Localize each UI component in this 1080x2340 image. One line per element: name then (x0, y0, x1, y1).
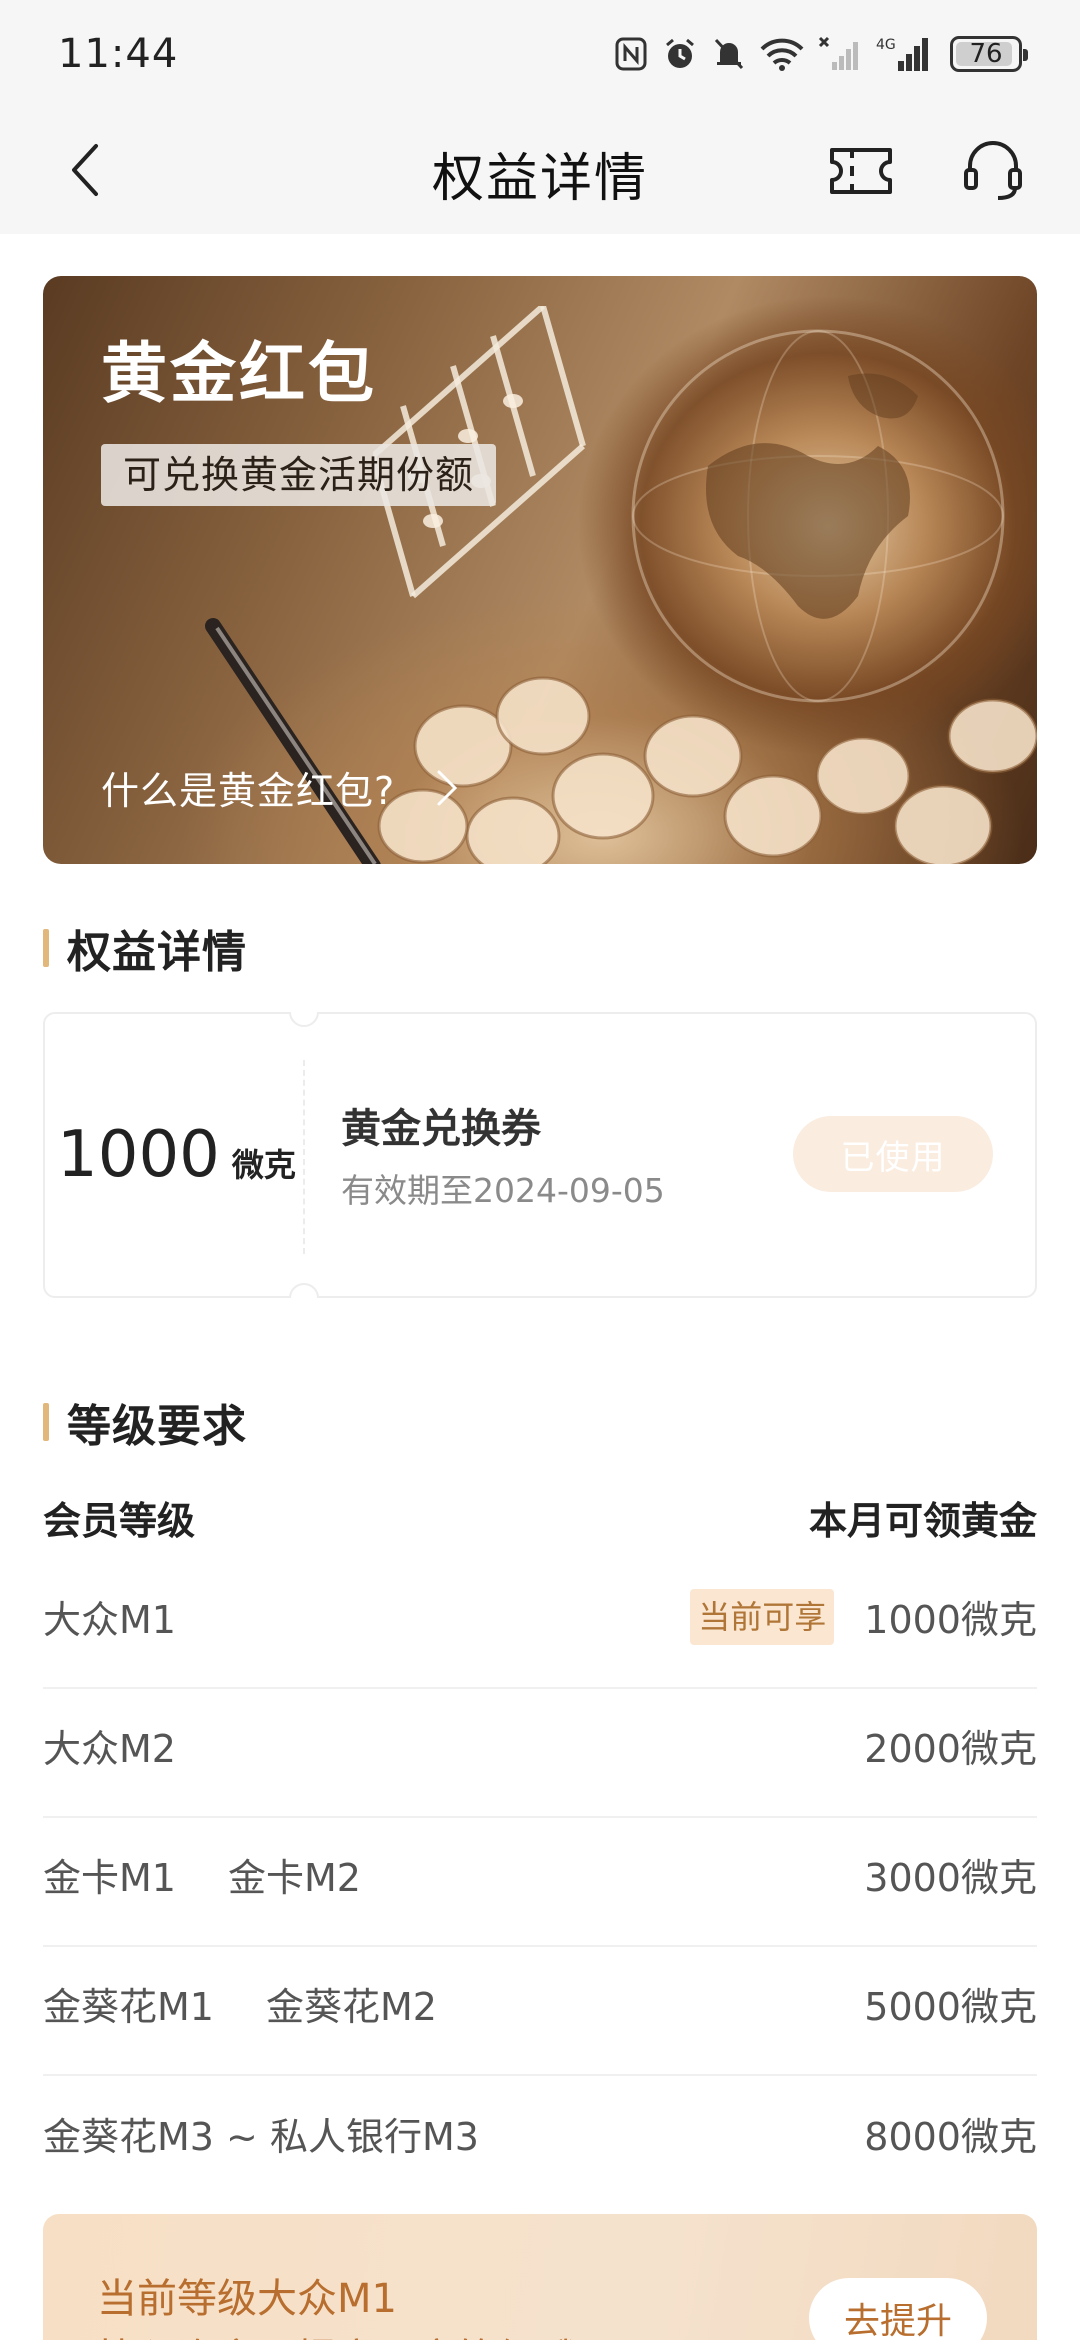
coupon-notch (289, 1012, 319, 1027)
status-time: 11:44 (58, 31, 179, 77)
level-name: 大众M1 (43, 1598, 176, 1642)
banner-title: 黄金红包 (101, 335, 377, 412)
what-is-gold-redpacket-link[interactable]: 什么是黄金红包? (101, 760, 459, 815)
alarm-icon (666, 38, 694, 68)
level-names: 大众M1 (43, 1589, 176, 1644)
status-bar: 11:44 4G 76 (0, 0, 1080, 108)
wifi-icon (760, 38, 804, 71)
battery-level: 76 (969, 39, 1003, 69)
ticket-icon[interactable] (828, 144, 894, 198)
level-right: 5000微克 (864, 1976, 1037, 2031)
coupon-validity: 有效期至2024-09-05 (341, 1171, 665, 1210)
current-level-badge: 当前可享 (690, 1588, 835, 1645)
level-name: 金卡M2 (227, 1856, 361, 1900)
section-accent-bar (43, 929, 49, 967)
nav-bar: 权益详情 (0, 108, 1080, 234)
level-col-member: 会员等级 (43, 1499, 196, 1543)
level-col-gold: 本月可领黄金 (808, 1499, 1037, 1543)
upgrade-hint-text: 快入资产可提高用户等级哦 (97, 2326, 577, 2340)
level-right: 8000微克 (864, 2106, 1037, 2161)
coupon-name: 黄金兑换券 (341, 1106, 541, 1152)
level-name: 金葵花M3 ~ 私人银行M3 (43, 2115, 479, 2159)
coupon-amount-value: 1000 (57, 1118, 220, 1192)
level-names: 金葵花M3 ~ 私人银行M3 (43, 2106, 479, 2161)
table-row: 金卡M1 金卡M2 3000微克 (43, 1818, 1037, 1947)
level-amount: 1000微克 (864, 1598, 1037, 1642)
level-names: 金葵花M1 金葵花M2 (43, 1976, 437, 2031)
level-amount: 8000微克 (864, 2115, 1037, 2159)
chevron-right-icon (437, 770, 458, 805)
banner-tag: 可兑换黄金活期份额 (101, 444, 497, 506)
banner-link-label: 什么是黄金红包? (101, 769, 396, 813)
level-table: 大众M1 当前可享 1000微克 大众M2 2000微克 金卡M1 金卡M2 3… (43, 1560, 1037, 2205)
level-names: 金卡M1 金卡M2 (43, 1847, 361, 1902)
table-row: 大众M2 2000微克 (43, 1689, 1037, 1818)
upgrade-card: 当前等级大众M1 快入资产可提高用户等级哦 去提升 (43, 2214, 1037, 2340)
level-right: 2000微克 (864, 1718, 1037, 1773)
level-names: 大众M2 (43, 1718, 176, 1773)
coupon-divider (303, 1060, 305, 1254)
table-row: 金葵花M1 金葵花M2 5000微克 (43, 1947, 1037, 2076)
level-amount: 2000微克 (864, 1727, 1037, 1771)
level-section-title: 等级要求 (67, 1401, 247, 1452)
level-name: 大众M2 (43, 1727, 176, 1771)
level-right: 3000微克 (864, 1847, 1037, 1902)
benefit-section-header: 权益详情 (43, 916, 247, 980)
signal-4g-icon: 4G (876, 37, 928, 71)
table-row: 大众M1 当前可享 1000微克 (43, 1560, 1037, 1689)
signal-no-sim-icon (818, 36, 858, 70)
page-title: 权益详情 (431, 149, 648, 209)
level-right: 当前可享 1000微克 (690, 1588, 1037, 1645)
battery-icon: 76 (950, 36, 1028, 72)
level-name: 金葵花M1 (43, 1985, 214, 2029)
coupon-used-button[interactable]: 已使用 (793, 1116, 993, 1192)
level-amount: 3000微克 (864, 1856, 1037, 1900)
headset-icon[interactable] (962, 138, 1024, 202)
coins-illustration (377, 676, 1037, 864)
level-name: 金卡M1 (43, 1856, 176, 1900)
level-amount: 5000微克 (864, 1985, 1037, 2029)
benefit-section-title: 权益详情 (67, 927, 247, 978)
section-accent-bar (43, 1403, 49, 1441)
svg-text:4G: 4G (876, 37, 896, 53)
table-row: 金葵花M3 ~ 私人银行M3 8000微克 (43, 2076, 1037, 2205)
upgrade-button[interactable]: 去提升 (809, 2278, 987, 2340)
mute-icon (714, 38, 744, 70)
level-section-header: 等级要求 (43, 1390, 247, 1454)
level-table-header: 会员等级 本月可领黄金 (43, 1490, 1037, 1545)
status-icons: 4G 76 (614, 35, 1028, 73)
coupon-notch (289, 1283, 319, 1298)
level-name: 金葵花M2 (265, 1985, 437, 2029)
nfc-icon (615, 37, 647, 71)
coupon-amount: 1000 微克 (57, 1118, 296, 1192)
current-level-text: 当前等级大众M1 (97, 2276, 397, 2322)
gold-coupon-card: 1000 微克 黄金兑换券 有效期至2024-09-05 已使用 (43, 1012, 1037, 1298)
coupon-amount-unit: 微克 (231, 1146, 296, 1184)
promo-banner: 黄金红包 可兑换黄金活期份额 什么是黄金红包? (43, 276, 1037, 864)
